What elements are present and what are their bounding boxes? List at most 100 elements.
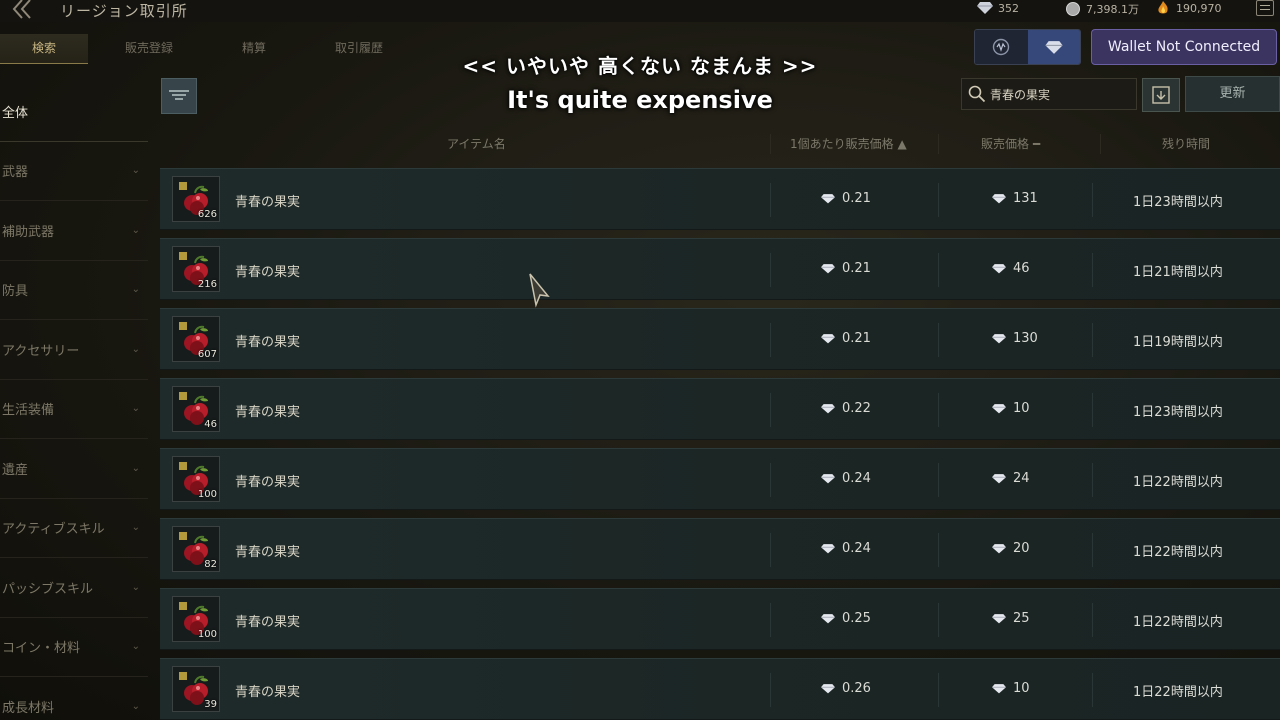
diamond-icon [821,404,835,414]
chevron-down-icon: ⌄ [131,165,140,177]
sidebar-item-active-skill[interactable]: アクティブスキル ⌄ [0,499,148,558]
chevron-down-icon: ⌄ [131,224,140,236]
column-divider [938,393,939,427]
reset-icon [1152,86,1170,104]
menu-icon[interactable] [1256,0,1274,16]
currency-toggle [974,29,1081,65]
gold-balance: 190,970 [1155,1,1222,15]
page-title: リージョン取引所 [60,2,188,20]
unit-price-value: 0.24 [842,541,871,556]
unit-price-value: 0.21 [842,331,871,346]
column-divider [938,603,939,637]
category-sidebar: 全体 武器 ⌄ 補助武器 ⌄ 防具 ⌄ アクセサリー ⌄ 生活装備 ⌄ 遺産 ⌄… [0,82,148,720]
sale-price-value: 20 [1013,541,1030,556]
diamond-toggle-button[interactable] [1027,30,1080,64]
sidebar-item-label: 補助武器 [2,224,55,240]
column-divider [770,134,771,154]
table-row[interactable]: 100 青春の果実 0.25 25 1日22時間以内 [160,588,1280,650]
silver-balance: 7,398.1万 [1065,1,1139,17]
sidebar-item-label: 遺産 [2,462,29,478]
column-divider [1092,533,1093,567]
sidebar-item-armor[interactable]: 防具 ⌄ [0,261,148,320]
item-count: 216 [197,279,217,290]
column-divider [770,183,771,217]
item-icon-slot: 216 [172,246,220,292]
token-toggle-button[interactable] [975,30,1028,64]
diamond-icon [992,404,1006,414]
item-count: 46 [204,419,217,430]
sale-price-cell: 46 [992,261,1030,276]
unit-price-cell: 0.22 [821,401,871,416]
sidebar-item-all[interactable]: 全体 [0,82,148,142]
diamond-icon [821,474,835,484]
column-header-unit-price[interactable]: 1個あたり販売価格 ▲ [790,135,907,152]
sale-price-cell: 20 [992,541,1030,556]
sidebar-item-sub-weapon[interactable]: 補助武器 ⌄ [0,201,148,261]
refresh-button[interactable]: 更新 [1185,76,1280,112]
table-row[interactable]: 216 青春の果実 0.21 46 1日21時間以内 [160,238,1280,300]
listing-table: 626 青春の果実 0.21 131 1日23時間以内 216 青春の果実 0.21 46 1日2… [160,168,1280,720]
chevron-down-icon: ⌄ [131,641,140,653]
table-row[interactable]: 626 青春の果実 0.21 131 1日23時間以内 [160,168,1280,230]
sidebar-item-label: 全体 [2,105,29,121]
sidebar-item-label: アクセサリー [2,343,80,359]
column-divider [938,253,939,287]
item-icon-slot: 100 [172,596,220,642]
column-divider [770,393,771,427]
remaining-time-cell: 1日22時間以内 [1133,545,1223,560]
diamond-icon [992,334,1006,344]
unit-price-cell: 0.21 [821,191,871,206]
sidebar-item-passive-skill[interactable]: パッシブスキル ⌄ [0,558,148,618]
sale-price-value: 130 [1013,331,1038,346]
filter-button[interactable] [161,78,197,114]
item-icon-slot: 82 [172,526,220,572]
remaining-time-cell: 1日22時間以内 [1133,475,1223,490]
reset-search-button[interactable] [1142,78,1180,112]
diamond-icon [992,684,1006,694]
unit-price-cell: 0.21 [821,331,871,346]
back-button[interactable] [8,0,36,20]
column-divider [938,183,939,217]
sidebar-item-label: 生活装備 [2,403,55,419]
sale-price-cell: 10 [992,681,1030,696]
top-bar: リージョン取引所 352 7,398.1万 190,970 [0,0,1280,22]
column-divider [938,463,939,497]
item-icon-slot: 100 [172,456,220,502]
table-row[interactable]: 82 青春の果実 0.24 20 1日22時間以内 [160,518,1280,580]
column-divider [1100,134,1101,154]
sidebar-item-growth-material[interactable]: 成長材料 ⌄ [0,677,148,720]
diamond-icon [992,264,1006,274]
column-divider [938,533,939,567]
unit-price-value: 0.22 [842,401,871,416]
column-header-sale-price[interactable]: 販売価格 ━ [981,135,1040,152]
column-divider [1092,323,1093,357]
table-row[interactable]: 46 青春の果実 0.22 10 1日23時間以内 [160,378,1280,440]
item-count: 82 [204,559,217,570]
table-header: アイテム名 1個あたり販売価格 ▲ 販売価格 ━ 残り時間 [160,130,1280,158]
search-input[interactable] [990,87,1130,101]
flame-icon [1158,1,1168,14]
silver-amount: 7,398.1万 [1086,3,1139,16]
item-name: 青春の果実 [235,405,301,420]
table-row[interactable]: 607 青春の果実 0.21 130 1日19時間以内 [160,308,1280,370]
sale-price-value: 24 [1013,471,1030,486]
sidebar-item-weapon[interactable]: 武器 ⌄ [0,142,148,201]
table-row[interactable]: 100 青春の果実 0.24 24 1日22時間以内 [160,448,1280,510]
column-divider [938,323,939,357]
search-box [961,78,1137,110]
sidebar-item-label: アクティブスキル [2,522,105,538]
sidebar-item-life-gear[interactable]: 生活装備 ⌄ [0,380,148,439]
chevron-down-icon: ⌄ [131,522,140,534]
double-chevron-left-icon [12,0,31,19]
diamond-icon [821,264,835,274]
item-name: 青春の果実 [235,615,301,630]
sidebar-item-accessory[interactable]: アクセサリー ⌄ [0,320,148,380]
item-name: 青春の果実 [235,685,301,700]
wallet-connect-button[interactable]: Wallet Not Connected [1091,29,1277,65]
sidebar-item-legacy[interactable]: 遺産 ⌄ [0,439,148,499]
remaining-time-cell: 1日23時間以内 [1133,195,1223,210]
column-divider [1092,603,1093,637]
sale-price-cell: 25 [992,611,1030,626]
table-row[interactable]: 39 青春の果実 0.26 10 1日22時間以内 [160,658,1280,720]
sidebar-item-coin-material[interactable]: コイン・材料 ⌄ [0,618,148,677]
